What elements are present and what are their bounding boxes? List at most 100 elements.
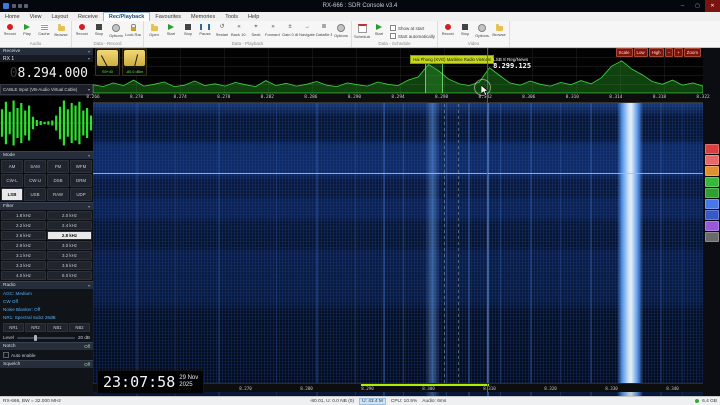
ribbon-button-schedule[interactable]: Schedule — [354, 22, 370, 41]
mode-raw[interactable]: RAW — [47, 188, 69, 201]
ribbon-button-forward-10-seconds[interactable]: »Forward 10 seconds — [265, 22, 281, 41]
spectrum-toolbar-[interactable]: + — [674, 48, 683, 57]
ribbon-button-stop[interactable]: Stop — [457, 22, 473, 41]
level-slider[interactable] — [17, 337, 75, 339]
ribbon-button-datafile-editor[interactable]: ≣Datafile Editor — [316, 22, 332, 41]
menu-tab-receive[interactable]: Receive — [73, 12, 103, 21]
ribbon-button-open[interactable]: Open — [146, 22, 162, 41]
station-label[interactable]: Hai Phong (XVG) Maritime Radio Vietnam — [410, 55, 494, 64]
menu-tab-view[interactable]: View — [25, 12, 47, 21]
ribbon-button-play[interactable]: Play — [19, 22, 35, 41]
right-toolbar-button-4[interactable] — [705, 177, 719, 187]
ribbon-button-options[interactable]: Options — [474, 22, 490, 41]
frequency-scale[interactable]: 8.2668.2708.2748.2788.2828.2868.2908.294… — [93, 93, 703, 103]
ribbon-button-record[interactable]: Record — [74, 22, 90, 41]
right-toolbar-button-6[interactable] — [705, 199, 719, 209]
maximize-button[interactable]: ▢ — [690, 0, 705, 12]
mode-drm[interactable]: DRM — [70, 174, 92, 187]
spectrum-toolbar-high[interactable]: High — [649, 48, 664, 57]
right-toolbar-button-3[interactable] — [705, 166, 719, 176]
radio-setting[interactable]: AGC: Medium — [3, 291, 90, 296]
ribbon-button-record[interactable]: Record — [2, 22, 18, 41]
ribbon-button-options[interactable]: Options — [333, 22, 349, 41]
menu-tab-rec-playback[interactable]: Rec/Playback — [103, 12, 150, 21]
right-toolbar-button-9[interactable] — [705, 232, 719, 242]
spectrum-display[interactable]: Hai Phong (XVG) Maritime Radio Vietnam L… — [93, 47, 703, 93]
squelch-section-header[interactable]: Squelch Off — [0, 360, 93, 368]
ribbon-button-pause[interactable]: Pause — [197, 22, 213, 41]
filter-4-0-khz[interactable]: 4.0 kHz — [1, 271, 46, 280]
ribbon-button-lock-radio[interactable]: Lock Radio — [125, 22, 141, 41]
mode-section-header[interactable]: Mode ▾ — [0, 151, 93, 159]
radio-button-nb2[interactable]: NB2 — [69, 323, 90, 332]
rx-selector[interactable]: RX 1 ▾ — [0, 55, 93, 62]
filter-6-0-khz[interactable]: 6.0 kHz — [47, 271, 92, 280]
radio-button-nb1[interactable]: NB1 — [47, 323, 68, 332]
ribbon-button-start[interactable]: Start — [371, 22, 387, 41]
filter-2-8-khz[interactable]: 2.8 kHz — [47, 231, 92, 240]
ribbon-button-cache[interactable]: Cache — [36, 22, 52, 41]
filter-2-0-khz[interactable]: 2.0 kHz — [47, 211, 92, 220]
right-toolbar-button-8[interactable] — [705, 221, 719, 231]
filter-3-3-khz[interactable]: 3.3 kHz — [1, 261, 46, 270]
right-toolbar-button-7[interactable] — [705, 210, 719, 220]
ribbon-button-browse[interactable]: Browse — [491, 22, 507, 41]
radio-setting[interactable]: Noise Blanker: Off — [3, 307, 90, 312]
radio-button-nr2[interactable]: NR2 — [25, 323, 46, 332]
ribbon-button-record[interactable]: Record — [440, 22, 456, 41]
filter-2-9-khz[interactable]: 2.9 kHz — [1, 241, 46, 250]
filter-3-0-khz[interactable]: 3.0 kHz — [47, 241, 92, 250]
filter-1-8-khz[interactable]: 1.8 kHz — [1, 211, 46, 220]
right-toolbar-button-5[interactable] — [705, 188, 719, 198]
mode-dsb[interactable]: DSB — [47, 174, 69, 187]
notch-auto-enable[interactable]: Auto enable — [0, 350, 93, 360]
quick-access-button[interactable] — [18, 4, 22, 8]
radio-setting[interactable]: CW Off — [3, 299, 90, 304]
ribbon-button-gain-0-db[interactable]: ±Gain 0 dB — [282, 22, 298, 41]
filter-3-1-khz[interactable]: 3.1 kHz — [1, 251, 46, 260]
ribbon-button-back-10-seconds[interactable]: «Back 10 seconds — [231, 22, 247, 41]
audio-device-select[interactable]: CABLE Input (VB-Audio Virtual Cable) ▾ — [0, 84, 93, 95]
ribbon-button-start[interactable]: Start — [163, 22, 179, 41]
radio-section-header[interactable]: Radio ▾ — [0, 281, 93, 289]
filter-section-header[interactable]: Filter ▾ — [0, 202, 93, 210]
checkbox-start-automatically[interactable]: Start automatically — [390, 33, 435, 39]
filter-2-4-khz[interactable]: 2.4 kHz — [47, 221, 92, 230]
mode-cw-l[interactable]: CW-L — [1, 174, 23, 187]
radio-button-nr1[interactable]: NR1 — [3, 323, 24, 332]
notch-section-header[interactable]: Notch Off — [0, 342, 93, 350]
menu-tab-home[interactable]: Home — [0, 12, 25, 21]
minimize-button[interactable]: ─ — [675, 0, 690, 12]
ribbon-button-restart[interactable]: ↺Restart — [214, 22, 230, 41]
right-toolbar-button-2[interactable] — [705, 155, 719, 165]
ribbon-button-seek[interactable]: ⌖Seek — [248, 22, 264, 41]
ribbon-button-stop[interactable]: Stop — [180, 22, 196, 41]
frequency-display[interactable]: 08.294.000 — [0, 62, 93, 84]
level-slider-thumb[interactable] — [34, 335, 37, 341]
filter-3-2-khz[interactable]: 3.2 kHz — [47, 251, 92, 260]
view-extent-indicator[interactable] — [361, 384, 489, 386]
mode-cw-u[interactable]: CW-U — [24, 174, 46, 187]
mode-fm[interactable]: FM — [47, 160, 69, 173]
menu-tab-layout[interactable]: Layout — [47, 12, 74, 21]
ribbon-button-navigate[interactable]: →Navigate — [299, 22, 315, 41]
menu-tab-memories[interactable]: Memories — [186, 12, 220, 21]
spectrum-toolbar-zoom[interactable]: Zoom — [684, 48, 701, 57]
quick-access-button[interactable] — [12, 4, 16, 8]
filter-2-2-khz[interactable]: 2.2 kHz — [1, 221, 46, 230]
mode-sam[interactable]: SAM — [24, 160, 46, 173]
mode-lsb[interactable]: LSB — [1, 188, 23, 201]
filter-2-6-khz[interactable]: 2.6 kHz — [1, 231, 46, 240]
spectrum-toolbar-low[interactable]: Low — [634, 48, 648, 57]
receive-section-header[interactable]: Receive ▾ — [0, 47, 93, 55]
mode-usb[interactable]: USB — [24, 188, 46, 201]
radio-setting[interactable]: NR1: Spectral Sub2 28dB — [3, 315, 90, 320]
spectrum-toolbar-scale[interactable]: Scale — [616, 48, 633, 57]
checkbox-icon[interactable] — [3, 352, 9, 358]
quick-access-button[interactable] — [24, 4, 28, 8]
menu-tab-favourites[interactable]: Favourites — [150, 12, 186, 21]
right-toolbar-button-1[interactable] — [705, 144, 719, 154]
station-highlight-band[interactable] — [425, 62, 443, 93]
spectrum-toolbar-[interactable]: − — [665, 48, 674, 57]
menu-tab-help[interactable]: Help — [243, 12, 264, 21]
